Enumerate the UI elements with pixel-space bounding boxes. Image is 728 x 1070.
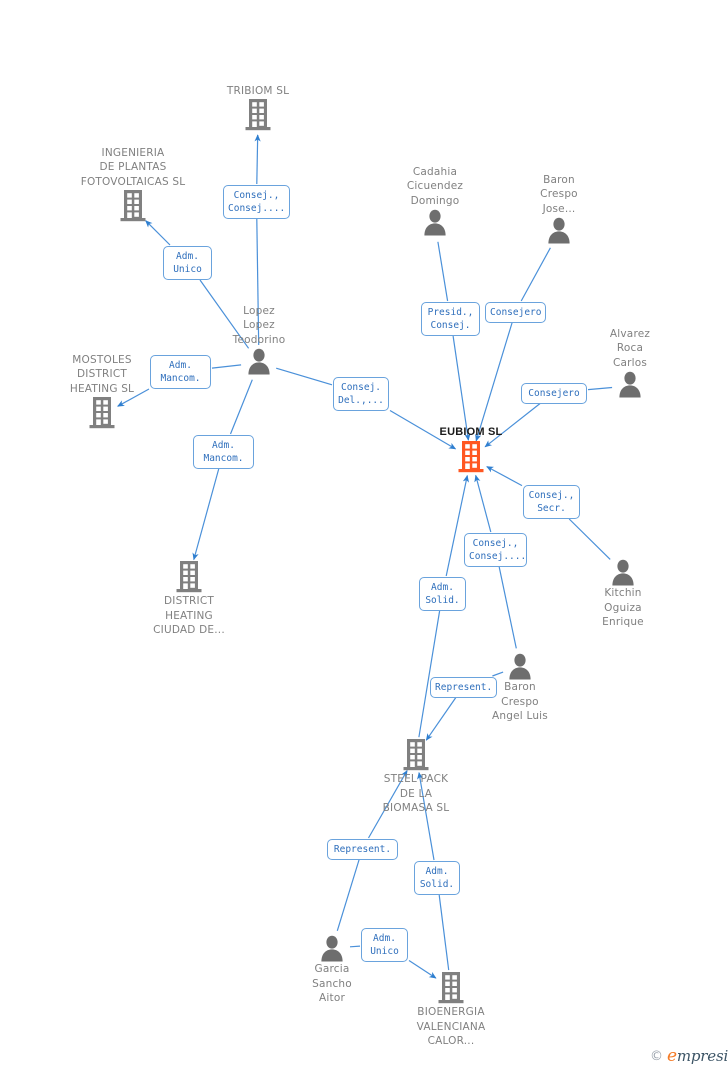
node-label-lopez: Lopez Lopez Teodorino bbox=[232, 304, 286, 346]
edge-label-steelpack-to-eubiom[interactable]: Adm. Solid. bbox=[419, 577, 466, 611]
node-label-bioenergia: BIOENERGIA VALENCIANA CALOR... bbox=[416, 1006, 486, 1047]
edge-label-baronjose-to-eubiom[interactable]: Consejero bbox=[485, 302, 546, 323]
copyright-symbol: © bbox=[650, 1048, 663, 1064]
building-icon-ingenieria bbox=[63, 189, 203, 223]
edge-label-bioenergia-to-steelpack[interactable]: Adm. Solid. bbox=[414, 861, 460, 895]
edge-label-lopez-to-districtciudad[interactable]: Adm. Mancom. bbox=[193, 435, 254, 469]
edge-segment-source bbox=[437, 241, 449, 302]
edge-label-lopez-to-eubiom[interactable]: Consej. Del.,... bbox=[333, 377, 389, 411]
edge-label-lopez-to-ingenieria[interactable]: Adm. Unico bbox=[163, 246, 212, 280]
edge-segment-source bbox=[568, 518, 611, 560]
node-bioenergia[interactable]: BIOENERGIA VALENCIANA CALOR... bbox=[381, 971, 521, 1049]
building-icon-mostoles bbox=[32, 396, 172, 430]
edge-segment-source bbox=[438, 894, 450, 971]
building-icon-steelpack bbox=[346, 738, 486, 772]
edge-segment-source bbox=[520, 247, 551, 302]
edge-label-kitchin-to-eubiom[interactable]: Consej., Secr. bbox=[523, 485, 580, 519]
node-eubiom[interactable]: EUBIOM SL bbox=[401, 425, 541, 474]
brand-remainder: mpresia bbox=[676, 1047, 728, 1065]
edge-label-cadahia-to-eubiom[interactable]: Presid., Consej. bbox=[421, 302, 480, 336]
edge-label-alvarez-to-eubiom[interactable]: Consejero bbox=[521, 383, 587, 404]
node-label-steelpack: STEEL PACK DE LA BIOMASA SL bbox=[382, 773, 450, 814]
node-label-cadahia: Cadahia Cicuendez Domingo bbox=[406, 165, 464, 207]
node-label-ingenieria: INGENIERIA DE PLANTAS FOTOVOLTAICAS SL bbox=[80, 146, 186, 188]
node-baronjose[interactable]: Baron Crespo Jose... bbox=[489, 173, 629, 245]
edge-segment-target bbox=[145, 220, 171, 246]
edge-label-baronangel-to-eubiom[interactable]: Consej., Consej.... bbox=[464, 533, 527, 567]
empresia-watermark: © empresia bbox=[650, 1046, 728, 1066]
node-tribiom[interactable]: TRIBIOM SL bbox=[188, 84, 328, 133]
building-icon-eubiom bbox=[401, 440, 541, 474]
node-label-tribiom: TRIBIOM SL bbox=[226, 84, 290, 97]
edge-segment-source bbox=[229, 379, 253, 435]
building-icon-tribiom bbox=[188, 98, 328, 132]
node-districtciudad[interactable]: DISTRICT HEATING CIUDAD DE... bbox=[119, 560, 259, 638]
node-label-kitchin: Kitchin Oguiza Enrique bbox=[602, 587, 644, 628]
person-icon-kitchin bbox=[553, 558, 693, 586]
node-kitchin[interactable]: Kitchin Oguiza Enrique bbox=[553, 558, 693, 630]
edge-label-lopez-to-tribiom[interactable]: Consej., Consej.... bbox=[223, 185, 290, 219]
node-ingenieria[interactable]: INGENIERIA DE PLANTAS FOTOVOLTAICAS SL bbox=[63, 146, 203, 224]
edge-segment-target bbox=[254, 134, 261, 185]
person-icon-baronjose bbox=[489, 216, 629, 244]
edge-segment-target bbox=[475, 321, 513, 442]
node-label-eubiom: EUBIOM SL bbox=[439, 426, 503, 438]
edge-segment-target bbox=[474, 474, 492, 533]
node-steelpack[interactable]: STEEL PACK DE LA BIOMASA SL bbox=[346, 738, 486, 816]
node-label-alvarez: Alvarez Roca Carlos bbox=[609, 327, 651, 369]
node-label-districtciudad: DISTRICT HEATING CIUDAD DE... bbox=[153, 595, 225, 636]
brand-initial: e bbox=[667, 1046, 677, 1066]
building-icon-districtciudad bbox=[119, 560, 259, 594]
building-icon-bioenergia bbox=[381, 971, 521, 1005]
edge-segment-source bbox=[498, 566, 517, 649]
person-icon-cadahia bbox=[365, 208, 505, 236]
person-icon-baronangel bbox=[450, 652, 590, 680]
brand-name: empresia bbox=[667, 1046, 728, 1066]
node-cadahia[interactable]: Cadahia Cicuendez Domingo bbox=[365, 165, 505, 237]
edge-segment-source bbox=[336, 858, 360, 931]
edge-segment-source bbox=[418, 610, 441, 738]
node-label-baronjose: Baron Crespo Jose... bbox=[540, 173, 578, 215]
edge-label-garcia-to-steelpack[interactable]: Represent. bbox=[327, 839, 398, 860]
relationship-diagram-canvas: TRIBIOM SL INGENIERIA DE PLANTAS FOTOVOLT… bbox=[0, 0, 728, 1070]
edge-segment-target bbox=[192, 468, 220, 561]
edge-label-lopez-to-mostoles[interactable]: Adm. Mancom. bbox=[150, 355, 211, 389]
edge-label-garcia-to-bioenergia[interactable]: Adm. Unico bbox=[361, 928, 408, 962]
edge-label-baronangel-to-steelpack[interactable]: Represent. bbox=[430, 677, 497, 698]
